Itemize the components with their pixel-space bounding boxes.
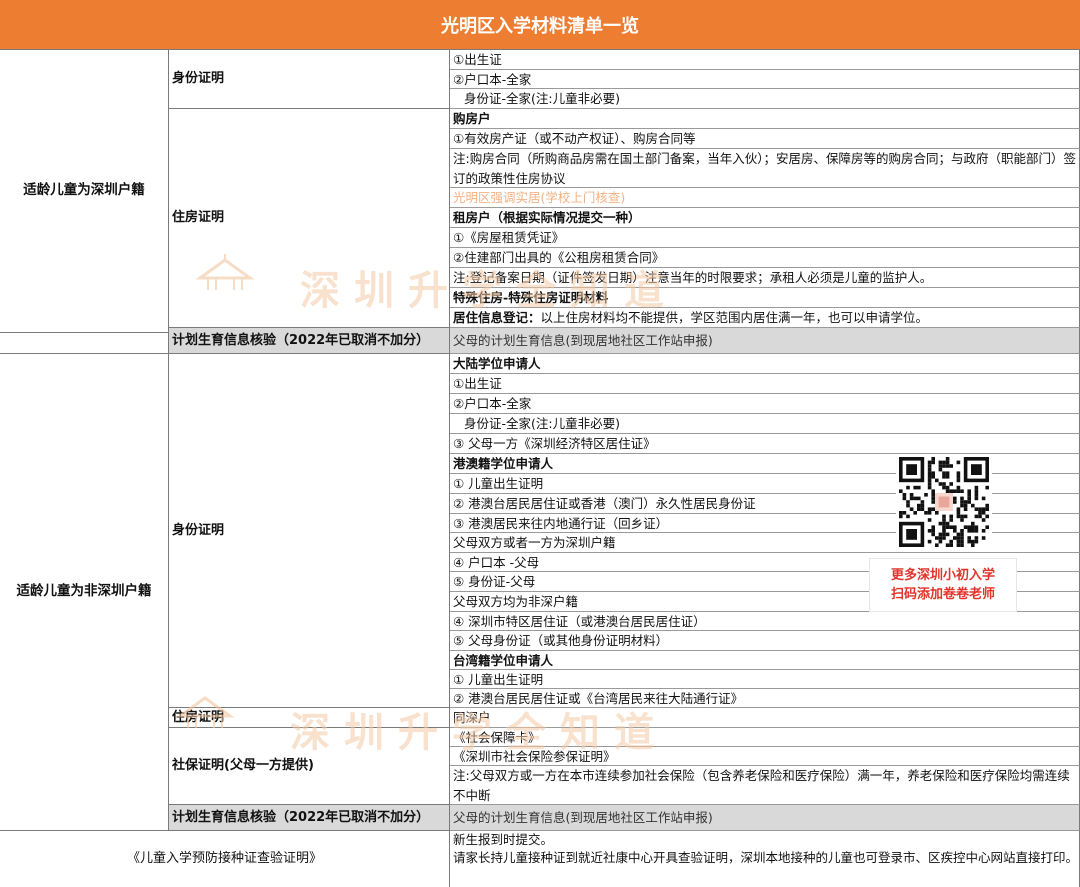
taiwan-heading: 台湾籍学位申请人 [450,651,1080,670]
nonlocal-identity-label: 身份证明 [169,354,450,708]
nonlocal-housing-value: 同深户 [450,708,1080,728]
renter-note: 注:登记备案日期（证件签发日期）注意当年的时限要求；承租人必须是儿童的监护人。 [450,268,1080,288]
local-identity-item: ①出生证 [450,50,1080,70]
buyer-heading: 购房户 [450,109,1080,129]
local-identity-label: 身份证明 [169,50,450,109]
mainland-item: 身份证-全家(注:儿童非必要) [450,414,1080,434]
category-nonlocal-hukou: 适龄儿童为非深圳户籍 [0,354,169,831]
taiwan-item: ① 儿童出生证明 [450,670,1080,689]
promo-box: 更多深圳小初入学 扫码添加卷卷老师 [869,558,1017,612]
promo-line: 扫码添加卷卷老师 [890,587,995,602]
local-family-planning-value: 父母的计划生育信息(到现居地社区工作站申报) [450,328,1080,354]
renter-item: ②住建部门出具的《公租房租赁合同》 [450,248,1080,268]
social-note: 注:父母双方或一方在本市连续参加社会保险（包含养老保险和医疗保险）满一年，养老保… [450,766,1080,805]
nonlocal-family-planning-label: 计划生育信息核验（2022年已取消不加分） [169,805,450,831]
mainland-item: ①出生证 [450,374,1080,394]
special-housing-heading: 特殊住房-特殊住房证明材料 [450,288,1080,308]
notice-text: 光明区强调实居(学校上门核查) [450,188,1080,208]
local-identity-item: ②户口本-全家 [450,70,1080,89]
renter-item: ①《房屋租赁凭证》 [450,228,1080,248]
mainland-item: ③ 父母一方《深圳经济特区居住证》 [450,434,1080,454]
residence-registration: 居住信息登记：以上住房材料均不能提供，学区范围内居住满一年，也可以申请学位。 [450,308,1080,328]
category-local-hukou: 适龄儿童为深圳户籍 [0,50,169,333]
nonlocal-housing-label: 住房证明 [169,708,450,728]
category-spacer [0,333,169,354]
nonlocal-family-planning-value: 父母的计划生育信息(到现居地社区工作站申报) [450,805,1080,831]
local-housing-label: 住房证明 [169,109,450,328]
social-item: 《深圳市社会保险参保证明》 [450,747,1080,766]
local-family-planning-label: 计划生育信息核验（2022年已取消不加分） [169,328,450,354]
social-insurance-label: 社保证明(父母一方提供) [169,728,450,805]
buyer-item: ①有效房产证（或不动产权证）、购房合同等 [450,129,1080,149]
vaccination-label: 《儿童入学预防接种证查验证明》 [0,831,450,887]
qr-code-icon [899,457,989,547]
social-item: 《社会保障卡》 [450,728,1080,747]
local-identity-item: 身份证-全家(注:儿童非必要) [450,89,1080,109]
promo-line: 更多深圳小初入学 [890,568,995,583]
buyer-note: 注:购房合同（所购商品房需在国土部门备案，当年入伙）；安居房、保障房等的购房合同… [450,149,1080,188]
renter-heading: 租房户（根据实际情况提交一种） [450,208,1080,228]
taiwan-item: ② 港澳台居民居住证或《台湾居民来往大陆通行证》 [450,689,1080,708]
residence-label: 居住信息登记： [453,310,541,325]
vaccination-line: 请家长持儿童接种证到就近社康中心开具查验证明，深圳本地接种的儿童也可登录市、区疾… [450,848,1080,887]
page-title: 光明区入学材料清单一览 [0,0,1080,50]
residence-text: 以上住房材料均不能提供，学区范围内居住满一年，也可以申请学位。 [540,310,929,325]
case-item: ④ 深圳市特区居住证（或港澳台居民居住证） [450,612,1080,631]
mainland-heading: 大陆学位申请人 [450,354,1080,374]
mainland-item: ②户口本-全家 [450,394,1080,414]
case-item: ⑤ 父母身份证（或其他身份证明材料） [450,631,1080,651]
qr-code[interactable] [896,456,992,548]
vaccination-line: 新生报到时提交。 [450,831,1080,848]
